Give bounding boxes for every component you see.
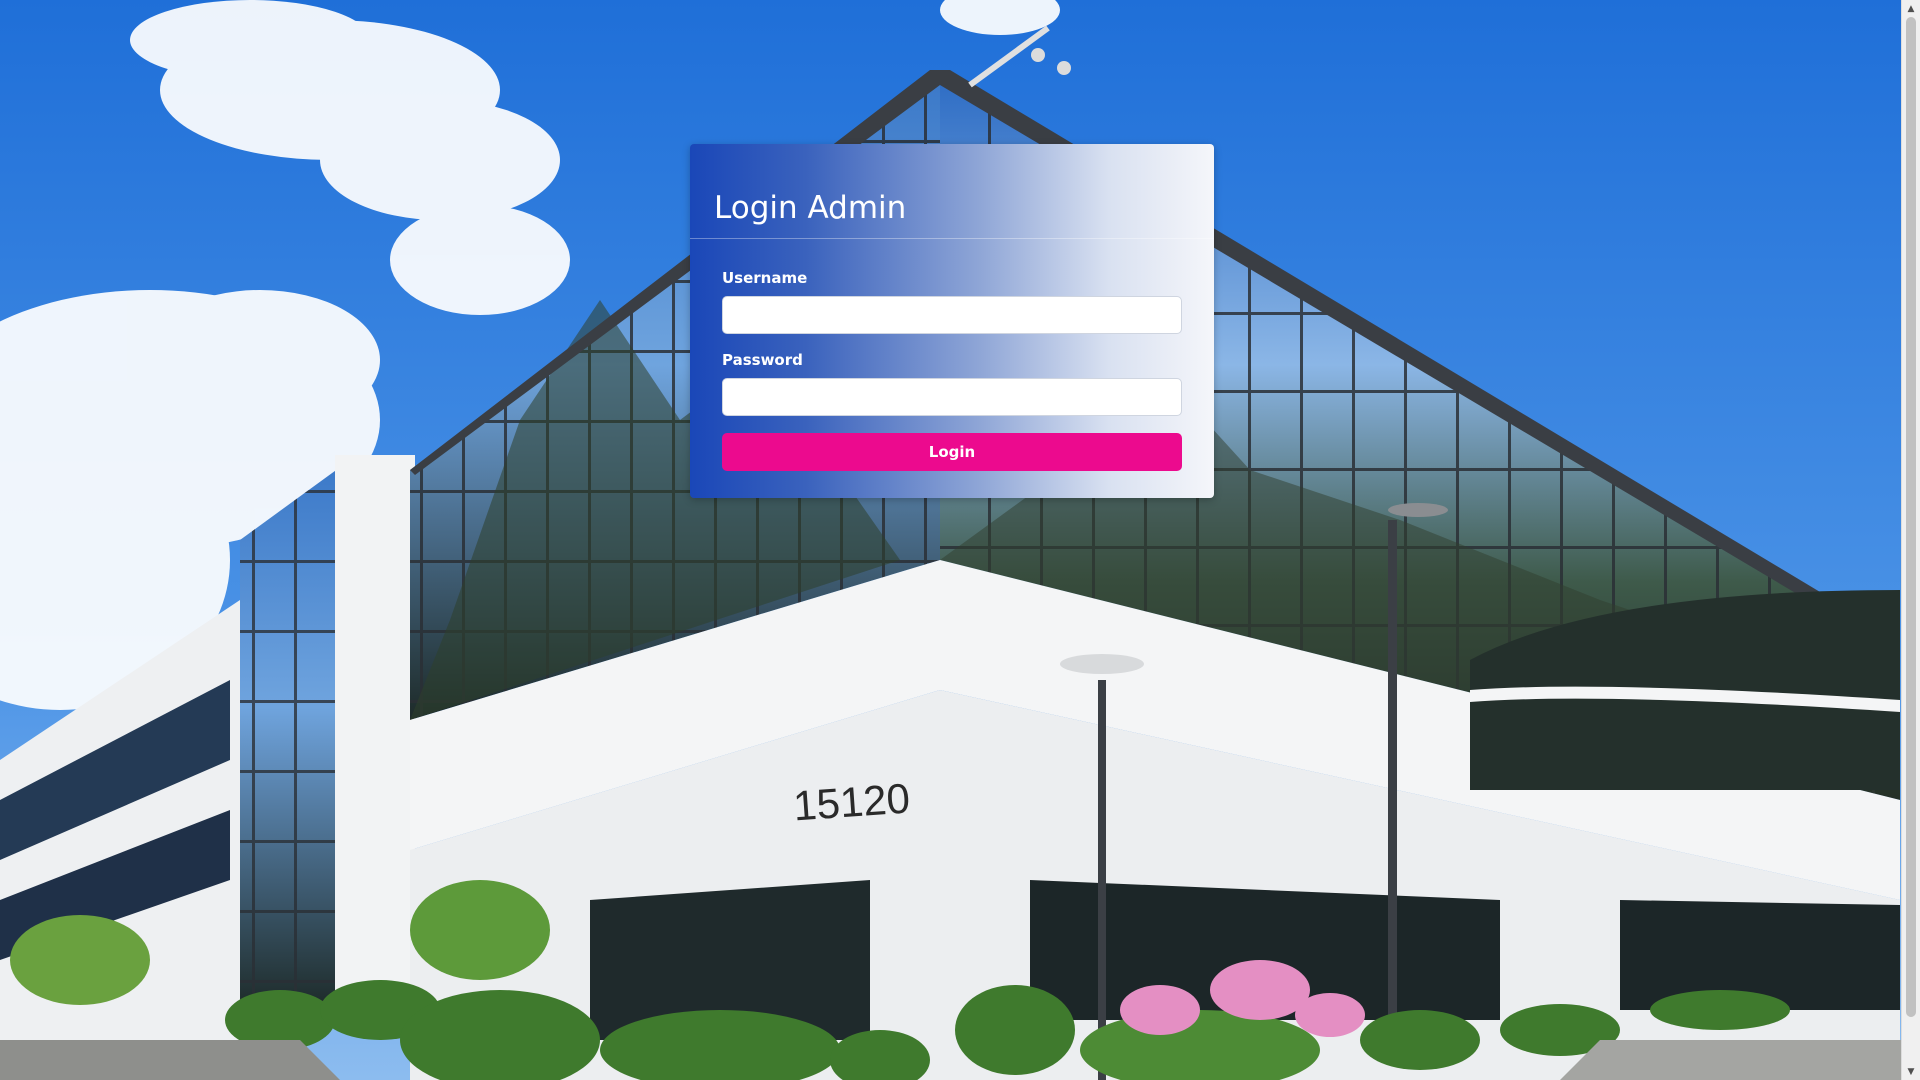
login-form: Username Password Login: [690, 239, 1214, 471]
scroll-up-icon[interactable]: ▲: [1902, 0, 1920, 17]
svg-text:15120: 15120: [792, 774, 912, 829]
password-label: Password: [722, 351, 803, 369]
login-page: 15120 ▲ ▼ Login Admin Username Password …: [0, 0, 1920, 1080]
scroll-down-icon[interactable]: ▼: [1902, 1063, 1920, 1080]
vertical-scrollbar[interactable]: ▲ ▼: [1901, 0, 1920, 1080]
password-field-group: Password: [722, 351, 1182, 416]
scrollbar-thumb[interactable]: [1906, 17, 1916, 1017]
username-label: Username: [722, 269, 808, 287]
login-title: Login Admin: [714, 190, 907, 226]
login-card: Login Admin Username Password Login: [690, 144, 1214, 498]
login-card-header: Login Admin: [690, 144, 1214, 239]
login-button[interactable]: Login: [722, 433, 1182, 471]
username-input[interactable]: [722, 296, 1182, 334]
password-input[interactable]: [722, 378, 1182, 416]
username-field-group: Username: [722, 269, 1182, 334]
